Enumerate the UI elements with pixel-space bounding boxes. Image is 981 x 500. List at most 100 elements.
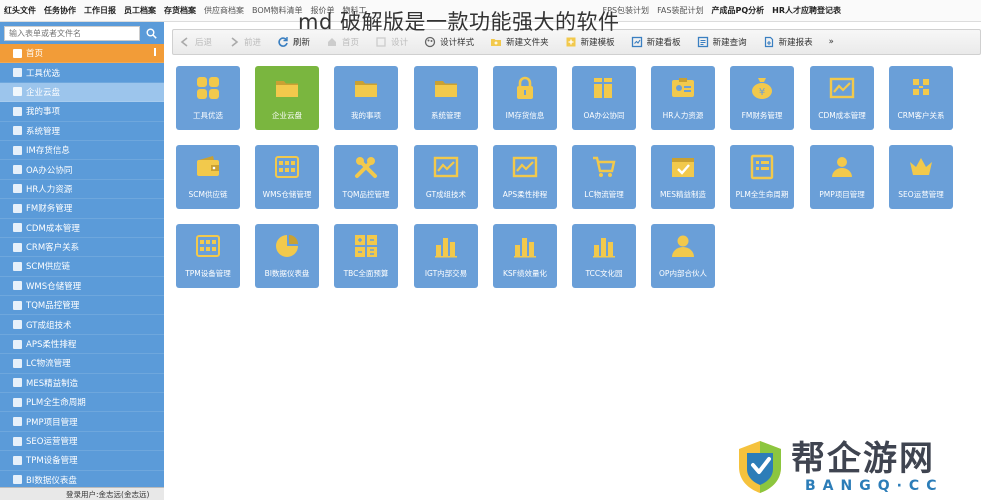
sidebar-item-label: CRM客户关系 bbox=[26, 243, 80, 254]
sidebar-item[interactable]: TPM设备管理 bbox=[0, 451, 164, 471]
top-link[interactable]: BOM物料清单 bbox=[252, 5, 303, 16]
module-tile[interactable]: MES精益制造 bbox=[651, 145, 715, 209]
folder-icon bbox=[355, 81, 377, 97]
toolbar-button[interactable]: 新建模板 bbox=[565, 36, 615, 48]
menu-item-icon bbox=[13, 378, 22, 388]
sidebar-item[interactable]: OA办公协同 bbox=[0, 160, 164, 180]
module-tile-label: IM存货信息 bbox=[505, 111, 545, 120]
toolbar-more-button[interactable]: » bbox=[829, 37, 834, 47]
module-tile[interactable]: TPM设备管理 bbox=[176, 224, 240, 288]
sidebar-item[interactable]: WMS仓储管理 bbox=[0, 277, 164, 297]
module-tile[interactable]: CRM客户关系 bbox=[889, 66, 953, 130]
toolbar-button[interactable]: 新建查询 bbox=[697, 36, 747, 48]
sidebar-item[interactable]: APS柔性排程 bbox=[0, 335, 164, 355]
sidebar-item[interactable]: LC物流管理 bbox=[0, 354, 164, 374]
line-chart-icon bbox=[829, 77, 855, 99]
module-tile[interactable]: IGT内部交易 bbox=[414, 224, 478, 288]
toolbar-button[interactable]: 前进 bbox=[228, 36, 261, 48]
home-icon bbox=[326, 36, 342, 48]
sidebar-item[interactable]: CDM成本管理 bbox=[0, 219, 164, 238]
module-tile[interactable]: TQM品控管理 bbox=[334, 145, 398, 209]
sidebar-item[interactable]: 企业云盘 bbox=[0, 82, 164, 103]
module-tile[interactable]: IM存货信息 bbox=[493, 66, 557, 130]
sidebar-item-label: IM存货信息 bbox=[26, 146, 70, 157]
module-tile-label: FM财务管理 bbox=[741, 111, 783, 120]
module-tile[interactable]: PLM全生命周期 bbox=[730, 145, 794, 209]
module-tile[interactable]: 我的事项 bbox=[334, 66, 398, 130]
sidebar-item[interactable]: IM存货信息 bbox=[0, 141, 164, 161]
sidebar-item-label: OA办公协同 bbox=[26, 165, 73, 176]
report-plus-icon bbox=[763, 36, 779, 48]
sidebar-item[interactable]: CRM客户关系 bbox=[0, 238, 164, 258]
sidebar-item[interactable]: 首页 bbox=[0, 44, 164, 64]
sidebar-item[interactable]: PMP项目管理 bbox=[0, 412, 164, 432]
sidebar-item[interactable]: TQM品控管理 bbox=[0, 296, 164, 316]
module-tile[interactable]: APS柔性排程 bbox=[493, 145, 557, 209]
module-tile[interactable]: GT成组技术 bbox=[414, 145, 478, 209]
menu-item-icon bbox=[13, 339, 22, 349]
module-tile[interactable]: 企业云盘 bbox=[255, 66, 319, 130]
module-tile[interactable]: KSF绩效量化 bbox=[493, 224, 557, 288]
toolbar-button[interactable]: 刷新 bbox=[277, 36, 310, 48]
refresh-icon bbox=[277, 36, 293, 48]
sidebar-item-label: GT成组技术 bbox=[26, 320, 72, 331]
top-link[interactable]: 产成品PQ分析 bbox=[711, 5, 764, 16]
module-tile-label: BI数据仪表盘 bbox=[264, 269, 310, 278]
top-link[interactable]: HR人才应聘登记表 bbox=[772, 5, 841, 16]
module-tile[interactable]: SCM供应链 bbox=[176, 145, 240, 209]
toolbar-button[interactable]: 新建报表 bbox=[763, 36, 813, 48]
module-tile-label: HR人力资源 bbox=[662, 111, 704, 120]
top-link[interactable]: 员工档案 bbox=[124, 5, 156, 16]
sidebar-item[interactable]: FM财务管理 bbox=[0, 199, 164, 219]
toolbar-button[interactable]: 新建看板 bbox=[631, 36, 681, 48]
sidebar-item[interactable]: MES精益制造 bbox=[0, 374, 164, 394]
module-tile[interactable]: OA办公协同 bbox=[572, 66, 636, 130]
sidebar-item[interactable]: SCM供应链 bbox=[0, 257, 164, 277]
toolbar-button[interactable]: 首页 bbox=[326, 36, 359, 48]
top-link[interactable]: 任务协作 bbox=[44, 5, 76, 16]
sidebar-item[interactable]: 工具优选 bbox=[0, 63, 164, 83]
top-link[interactable]: 红头文件 bbox=[4, 5, 36, 16]
top-link[interactable]: FAS装配计划 bbox=[657, 5, 703, 16]
lock-icon bbox=[517, 76, 533, 99]
top-link[interactable]: 供应商档案 bbox=[204, 5, 244, 16]
module-tile-label: CRM客户关系 bbox=[897, 111, 945, 120]
module-tile[interactable]: OP内部合伙人 bbox=[651, 224, 715, 288]
module-tile[interactable]: 系统管理 bbox=[414, 66, 478, 130]
sidebar-item[interactable]: 系统管理 bbox=[0, 122, 164, 141]
menu-item-icon bbox=[13, 145, 22, 155]
sidebar-item[interactable]: 我的事项 bbox=[0, 102, 164, 122]
toolbar-button[interactable]: 后退 bbox=[179, 36, 212, 48]
module-tile[interactable]: ¥ FM财务管理 bbox=[730, 66, 794, 130]
toolbar-button[interactable]: 设计 bbox=[375, 36, 408, 48]
module-tile[interactable]: PMP项目管理 bbox=[810, 145, 874, 209]
module-tile[interactable]: WMS仓储管理 bbox=[255, 145, 319, 209]
sidebar-item[interactable]: PLM全生命周期 bbox=[0, 393, 164, 413]
module-tile-label: PMP项目管理 bbox=[819, 190, 865, 199]
bar-chart-icon bbox=[435, 238, 457, 258]
module-tile[interactable]: HR人力资源 bbox=[651, 66, 715, 130]
sidebar-item[interactable]: SEO运营管理 bbox=[0, 432, 164, 452]
sidebar-item-label: 首页 bbox=[26, 49, 44, 60]
module-tile[interactable]: SEO运营管理 bbox=[889, 145, 953, 209]
sidebar-item-label: 系统管理 bbox=[26, 126, 61, 137]
checklist-icon bbox=[672, 158, 694, 177]
module-tile[interactable]: BI数据仪表盘 bbox=[255, 224, 319, 288]
module-tile[interactable]: TBC全面预算 bbox=[334, 224, 398, 288]
search-icon[interactable] bbox=[144, 26, 158, 40]
module-tile-label: OA办公协同 bbox=[583, 111, 625, 120]
sidebar-item[interactable]: HR人力资源 bbox=[0, 180, 164, 200]
toolbar-button[interactable]: 设计样式 bbox=[424, 36, 474, 48]
menu-item-icon bbox=[13, 242, 22, 252]
sidebar-item[interactable]: GT成组技术 bbox=[0, 315, 164, 335]
module-tile[interactable]: TCC文化园 bbox=[572, 224, 636, 288]
top-link[interactable]: 存货档案 bbox=[164, 5, 196, 16]
module-tile[interactable]: CDM成本管理 bbox=[810, 66, 874, 130]
menu-item-icon bbox=[13, 87, 22, 97]
toolbar-button[interactable]: 新建文件夹 bbox=[490, 36, 549, 48]
top-link[interactable]: 工作日报 bbox=[84, 5, 116, 16]
sidebar-item-label: 我的事项 bbox=[26, 107, 61, 118]
module-tile[interactable]: 工具优选 bbox=[176, 66, 240, 130]
module-tile[interactable]: LC物流管理 bbox=[572, 145, 636, 209]
search-input[interactable] bbox=[4, 25, 140, 41]
